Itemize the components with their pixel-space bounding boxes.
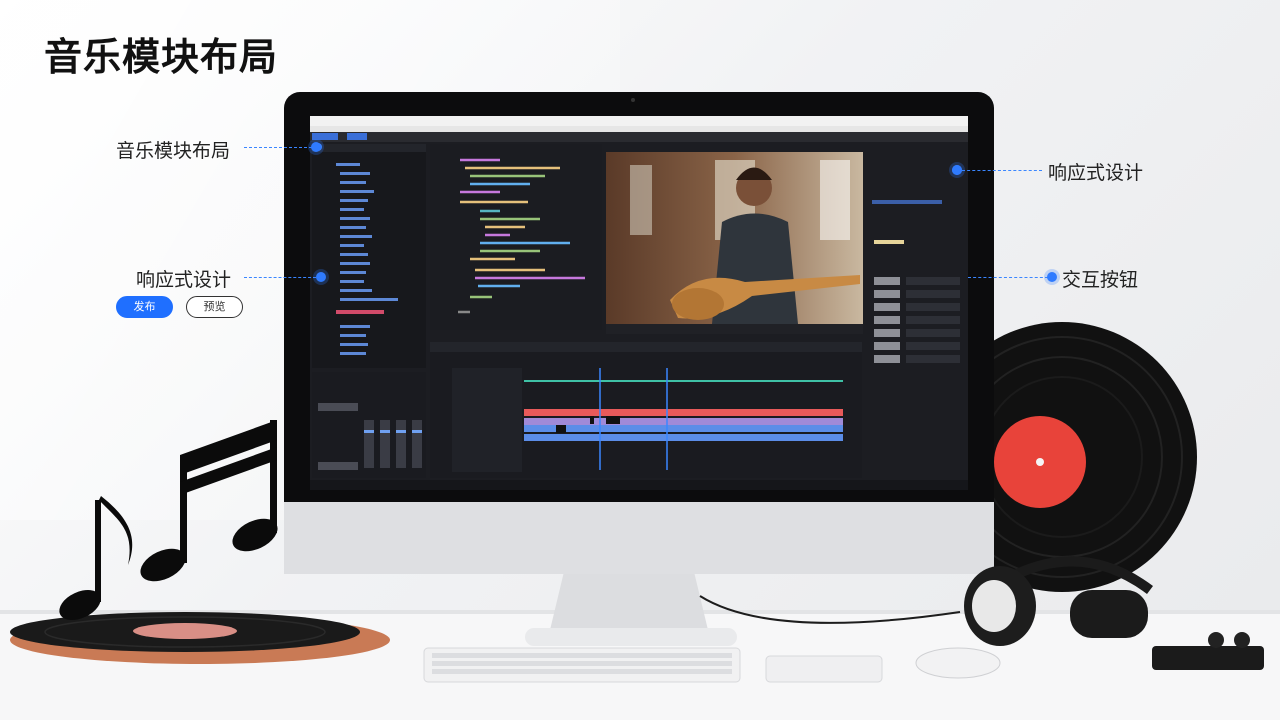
musical-notes-icon (59, 420, 278, 621)
callout-line-right-mid (968, 277, 1048, 278)
callout-marker-right-top (952, 165, 962, 175)
callout-interactive-buttons: 交互按钮 (1062, 269, 1139, 291)
trackpad (765, 655, 883, 683)
callout-responsive-right: 响应式设计 (1048, 162, 1144, 184)
page-title: 音乐模块布局 (44, 35, 279, 79)
keyboard-icon (423, 647, 741, 683)
callout-responsive-left: 响应式设计 (136, 269, 232, 291)
mouse-icon (915, 647, 1001, 679)
preview-button[interactable]: 预览 (186, 296, 243, 318)
callout-line-right-top (962, 170, 1042, 171)
callout-line-left-top (244, 147, 312, 148)
callout-line-left-mid (244, 277, 316, 278)
callout-music-layout: 音乐模块布局 (116, 140, 231, 162)
product-scene (0, 92, 1280, 720)
callout-marker-left-top (311, 142, 321, 152)
callout-marker-left-mid (316, 272, 326, 282)
callout-marker-right-mid (1047, 272, 1057, 282)
publish-button[interactable]: 发布 (116, 296, 173, 318)
